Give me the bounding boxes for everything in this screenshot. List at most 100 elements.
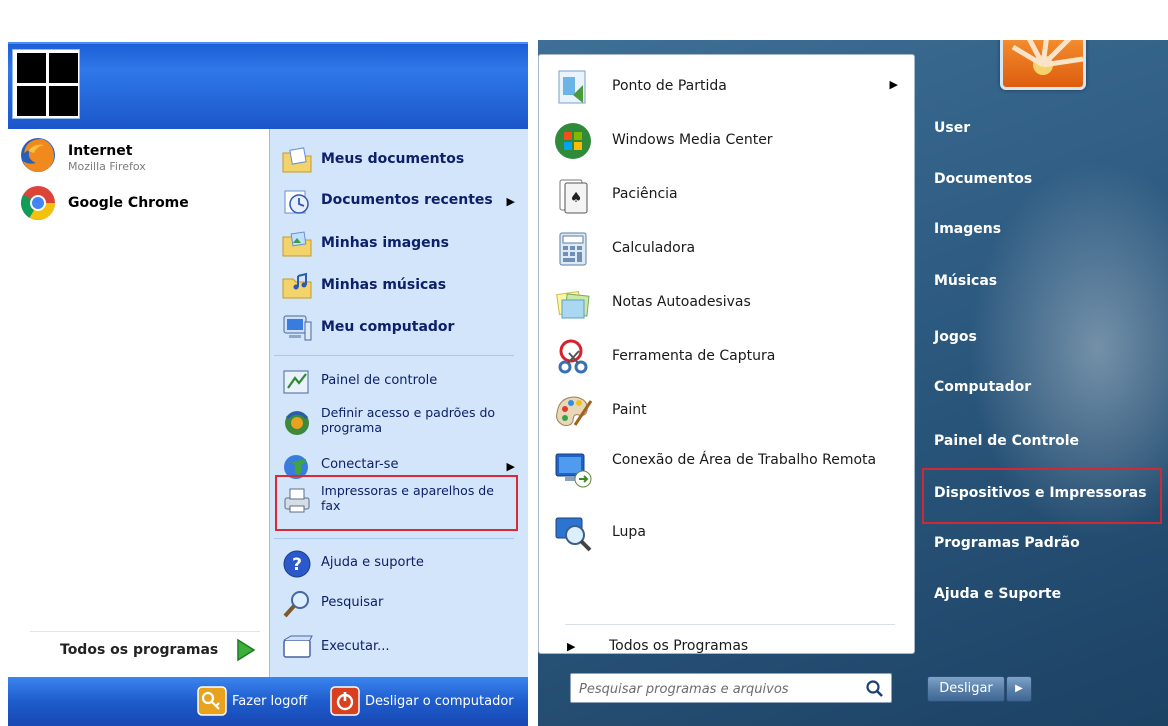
win7-search-box[interactable] [570,673,892,703]
xp-shutdown-label: Desligar o computador [365,694,514,709]
xp-pinned-internet-label: Internet [68,143,133,159]
win7-program-item[interactable]: Ferramenta de Captura [553,333,908,383]
xp-pinned-internet-sublabel: Mozilla Firefox [68,160,146,173]
media-center-icon [555,123,591,159]
xp-help-support[interactable]: ? Ajuda e suporte [281,546,521,582]
win7-program-item[interactable]: Lupa [553,509,908,559]
win7-program-item[interactable]: Ponto de Partida ▶ [553,63,908,113]
xp-my-music[interactable]: Minhas músicas [281,268,521,304]
xp-my-documents[interactable]: Meus documentos [281,142,521,178]
win7-link-computer[interactable]: Computador [934,379,1031,395]
submenu-arrow-icon: ▶ [506,460,515,473]
win7-link-pictures[interactable]: Imagens [934,221,1001,237]
expand-arrow-icon: ▶ [567,640,576,653]
win7-program-item[interactable]: Notas Autoadesivas [553,279,908,329]
win7-program-label: Notas Autoadesivas [612,294,751,310]
win7-program-label: Ferramenta de Captura [612,348,776,364]
win7-link-music[interactable]: Músicas [934,273,997,289]
xp-run-label: Executar... [321,639,390,654]
xp-recent-documents[interactable]: Documentos recentes ▶ [281,183,521,219]
win7-program-label: Lupa [612,524,646,540]
folder-documents-icon [282,147,312,173]
xp-pinned-chrome[interactable]: Google Chrome [18,183,263,223]
program-defaults-icon [285,411,309,435]
xp-highlight-box [275,475,518,531]
win7-highlight-box [922,468,1162,524]
xp-connect-to-label: Conectar-se [321,457,399,472]
win7-program-label: Conexão de Área de Trabalho Remota [612,452,877,468]
xp-my-documents-label: Meus documentos [321,151,465,167]
xp-all-programs[interactable]: Todos os programas [30,631,260,668]
xp-my-computer[interactable]: Meu computador [281,310,521,346]
recent-documents-icon [284,190,309,214]
xp-my-pictures-label: Minhas imagens [321,235,449,251]
xp-run[interactable]: Executar... [281,630,521,666]
xp-program-defaults-label: Definir acesso e padrões do programa [321,405,496,435]
win7-program-item[interactable]: Calculadora [553,225,908,275]
win7-all-programs[interactable]: ▶ Todos os Programas [567,635,867,659]
green-arrow-icon [237,638,256,662]
win7-link-user[interactable]: User [934,120,970,136]
xp-my-computer-label: Meu computador [321,319,455,335]
win7-program-item[interactable]: Paint [553,387,908,437]
win7-start-menu: Ponto de Partida ▶ Windows Media Center … [538,40,1168,726]
flower-icon [1011,40,1083,75]
win7-program-label: Calculadora [612,240,696,256]
win7-program-label: Paint [612,402,647,418]
xp-all-programs-label: Todos os programas [60,642,219,658]
win7-link-default-programs[interactable]: Programas Padrão [934,535,1080,551]
win7-program-item[interactable]: ♠ Paciência [553,171,908,221]
win7-link-games[interactable]: Jogos [934,329,977,345]
xp-help-support-label: Ajuda e suporte [321,555,424,570]
power-icon [330,686,360,716]
run-icon [283,635,313,658]
magnifier-icon [555,517,592,552]
win7-link-documents[interactable]: Documentos [934,171,1032,187]
chrome-icon [21,186,55,220]
remote-desktop-icon [555,453,592,488]
paint-icon [556,396,593,426]
help-icon: ? [283,550,311,578]
folder-music-icon [282,272,312,299]
xp-pinned-chrome-label: Google Chrome [68,195,189,211]
calculator-icon [559,232,587,266]
xp-my-music-label: Minhas músicas [321,277,447,293]
xp-control-panel-label: Painel de controle [321,373,438,388]
xp-recent-documents-label: Documentos recentes [321,192,493,208]
key-logoff-icon [197,686,227,716]
folder-pictures-icon [282,231,312,257]
submenu-arrow-icon: ▶ [506,195,515,208]
getting-started-icon [558,70,586,104]
win7-program-label: Ponto de Partida [612,78,727,94]
svg-text:♠: ♠ [570,190,583,206]
win7-program-item[interactable]: Windows Media Center [553,117,908,167]
win7-program-item[interactable]: Conexão de Área de Trabalho Remota [553,445,908,501]
win7-shutdown-button[interactable]: Desligar [927,676,1005,702]
xp-logoff-label: Fazer logoff [232,694,308,709]
xp-header [8,42,528,131]
xp-control-panel[interactable]: Painel de controle [281,364,521,400]
user-picture[interactable] [1000,40,1086,90]
search-icon [283,591,309,618]
xp-pinned-internet[interactable]: Internet Mozilla Firefox [18,135,263,175]
xp-search[interactable]: Pesquisar [281,586,521,622]
xp-program-defaults[interactable]: Definir acesso e padrões do programa [281,404,521,446]
win7-search-input[interactable] [577,678,861,700]
win7-program-label: Windows Media Center [612,132,773,148]
win7-link-control-panel[interactable]: Painel de Controle [934,433,1079,449]
win7-all-programs-label: Todos os Programas [609,638,749,654]
win7-separator [565,624,895,625]
win7-programs-pane: Ponto de Partida ▶ Windows Media Center … [538,54,915,654]
firefox-icon [21,138,55,172]
xp-pinned-panel: Internet Mozilla Firefox Google Chrome T… [8,129,269,677]
control-panel-icon [283,370,309,394]
win7-program-label: Paciência [612,186,678,202]
search-icon[interactable] [865,679,885,699]
xp-search-label: Pesquisar [321,595,384,610]
snipping-tool-icon [558,339,588,374]
win7-link-help-support[interactable]: Ajuda e Suporte [934,586,1061,602]
xp-my-pictures[interactable]: Minhas imagens [281,226,521,262]
solitaire-icon: ♠ [559,179,588,214]
shutdown-options-arrow-icon[interactable]: ▶ [1006,676,1032,702]
win7-shutdown-group: Desligar ▶ [927,676,1032,702]
